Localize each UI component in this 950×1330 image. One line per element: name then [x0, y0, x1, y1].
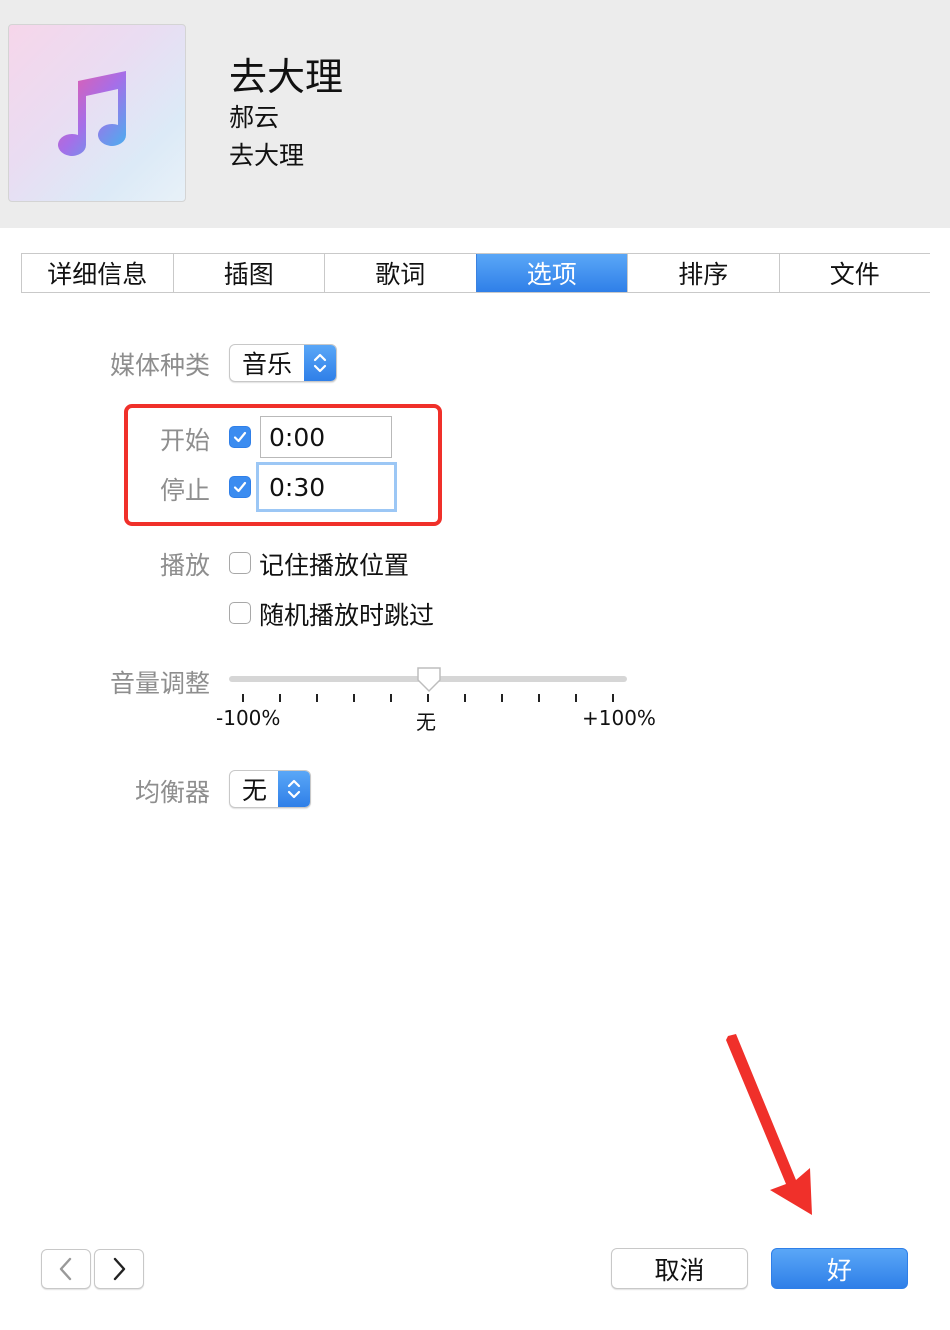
slider-tick [538, 694, 540, 702]
volume-min-label: -100% [216, 706, 281, 730]
volume-mid-label: 无 [416, 710, 436, 734]
equalizer-value: 无 [242, 776, 268, 805]
stop-time-field[interactable]: 0:30 [256, 462, 397, 512]
equalizer-select[interactable]: 无 [229, 770, 311, 808]
media-kind-value: 音乐 [242, 350, 293, 379]
tab-artwork[interactable]: 插图 [172, 254, 325, 292]
volume-slider-thumb[interactable] [416, 666, 442, 694]
equalizer-label: 均衡器 [134, 778, 210, 807]
track-header: 去大理 郝云 去大理 [0, 0, 950, 228]
song-album: 去大理 [229, 141, 305, 170]
tab-sorting[interactable]: 排序 [627, 254, 779, 292]
start-checkbox[interactable] [229, 426, 251, 448]
remember-position-label[interactable]: 记住播放位置 [259, 546, 409, 582]
previous-button[interactable] [41, 1249, 91, 1289]
tab-bar: 详细信息 插图 歌词 选项 排序 文件 [21, 253, 930, 293]
song-title: 去大理 [229, 55, 344, 99]
slider-tick [612, 694, 614, 702]
skip-shuffle-label[interactable]: 随机播放时跳过 [259, 596, 434, 632]
checkmark-icon [233, 481, 247, 493]
slider-tick [464, 694, 466, 702]
slider-tick [390, 694, 392, 702]
tab-lyrics[interactable]: 歌词 [324, 254, 476, 292]
tab-file[interactable]: 文件 [778, 254, 931, 292]
stop-label: 停止 [159, 476, 210, 505]
music-note-icon [58, 71, 127, 156]
media-kind-select[interactable]: 音乐 [229, 344, 337, 382]
slider-tick [353, 694, 355, 702]
song-artist: 郝云 [229, 103, 280, 132]
skip-shuffle-checkbox[interactable] [229, 602, 251, 624]
slider-tick [427, 694, 429, 702]
tab-details[interactable]: 详细信息 [21, 254, 173, 292]
chevron-left-icon [59, 1257, 72, 1281]
red-arrow-annotation [726, 1034, 812, 1215]
playback-label: 播放 [159, 551, 210, 580]
stop-checkbox[interactable] [229, 476, 251, 498]
volume-label: 音量调整 [109, 669, 210, 698]
ok-button[interactable]: 好 [771, 1248, 908, 1289]
slider-tick [242, 694, 244, 702]
album-artwork [8, 24, 186, 202]
media-kind-label: 媒体种类 [109, 351, 210, 380]
slider-tick [501, 694, 503, 702]
checkmark-icon [233, 431, 247, 443]
updown-chevron-icon [278, 771, 310, 807]
start-label: 开始 [159, 426, 210, 455]
remember-position-checkbox[interactable] [229, 552, 251, 574]
volume-max-label: +100% [582, 706, 656, 730]
updown-chevron-icon [304, 345, 336, 381]
slider-tick [316, 694, 318, 702]
next-button[interactable] [94, 1249, 144, 1289]
chevron-right-icon [113, 1257, 126, 1281]
tab-options[interactable]: 选项 [475, 254, 627, 292]
slider-tick [575, 694, 577, 702]
slider-tick [279, 694, 281, 702]
start-time-field[interactable]: 0:00 [260, 416, 392, 458]
cancel-button[interactable]: 取消 [611, 1248, 748, 1289]
